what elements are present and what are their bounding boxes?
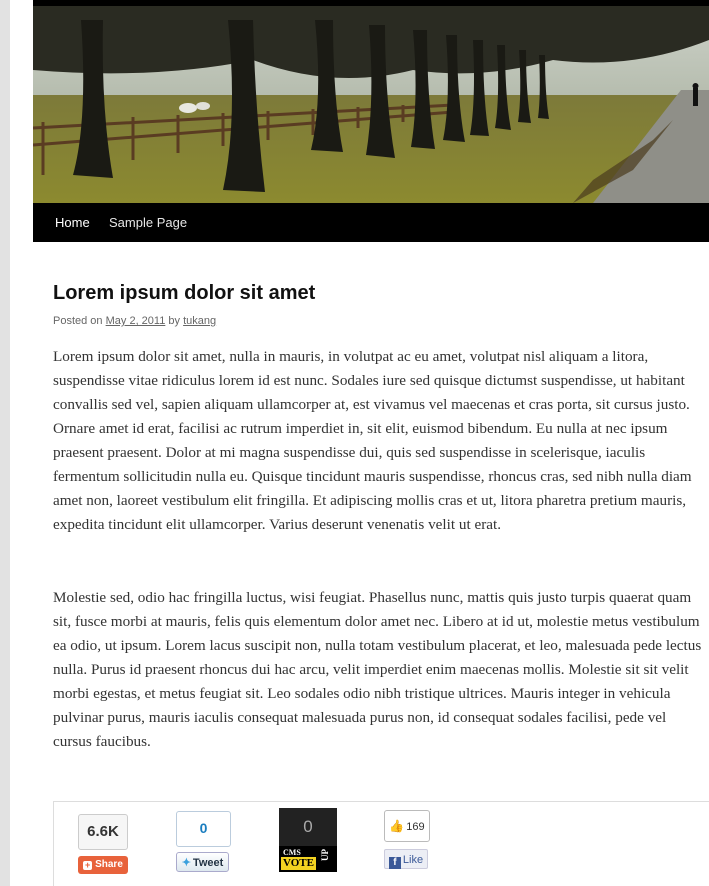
like-count-value: 169: [406, 821, 425, 833]
social-share-bar: 6.6K + Share 0 ✦ Tweet 0 CMS VOTE UP 👍 169 …: [53, 801, 709, 886]
nav-item-home[interactable]: Home: [55, 203, 90, 242]
header-image: [33, 0, 709, 203]
like-button-label: Like: [402, 854, 424, 866]
header-photo-tree-lined-road: [33, 0, 709, 203]
plus-icon: +: [83, 860, 93, 870]
cms-vote-count: 0: [279, 808, 337, 846]
nav-item-sample-page[interactable]: Sample Page: [109, 203, 187, 242]
facebook-like-button[interactable]: f Like: [384, 849, 428, 869]
post-paragraph: Lorem ipsum dolor sit amet, nulla in mau…: [53, 348, 692, 533]
cms-vote-logo: CMS VOTE UP: [279, 848, 337, 872]
cms-vote-up-button[interactable]: 0 CMS VOTE UP: [279, 808, 337, 872]
tweet-button[interactable]: ✦ Tweet: [176, 852, 229, 872]
share-button[interactable]: + Share: [78, 856, 128, 874]
share-count-badge: 6.6K: [78, 814, 128, 850]
post-author-link[interactable]: tukang: [183, 315, 216, 327]
by-label: by: [168, 315, 181, 327]
vote-word: VOTE: [281, 857, 316, 870]
post-meta: Posted on May 2, 2011 by tukang: [53, 315, 216, 327]
twitter-bird-icon: ✦: [181, 857, 191, 869]
share-button-label: Share: [95, 859, 123, 870]
like-count-badge: 👍 169: [384, 810, 430, 842]
facebook-icon: f: [388, 857, 401, 869]
post-title[interactable]: Lorem ipsum dolor sit amet: [53, 282, 315, 305]
post-paragraph: Molestie sed, odio hac fringilla luctus,…: [53, 589, 702, 750]
tweet-button-label: Tweet: [192, 857, 224, 869]
main-navigation: Home Sample Page: [33, 203, 709, 242]
posted-on-label: Posted on: [53, 315, 103, 327]
thumbs-up-icon: 👍: [389, 819, 405, 833]
post-date-link[interactable]: May 2, 2011: [106, 315, 166, 327]
up-word: UP: [320, 849, 330, 861]
tweet-count-badge: 0: [176, 811, 231, 847]
page: Home Sample Page Lorem ipsum dolor sit a…: [10, 0, 709, 886]
